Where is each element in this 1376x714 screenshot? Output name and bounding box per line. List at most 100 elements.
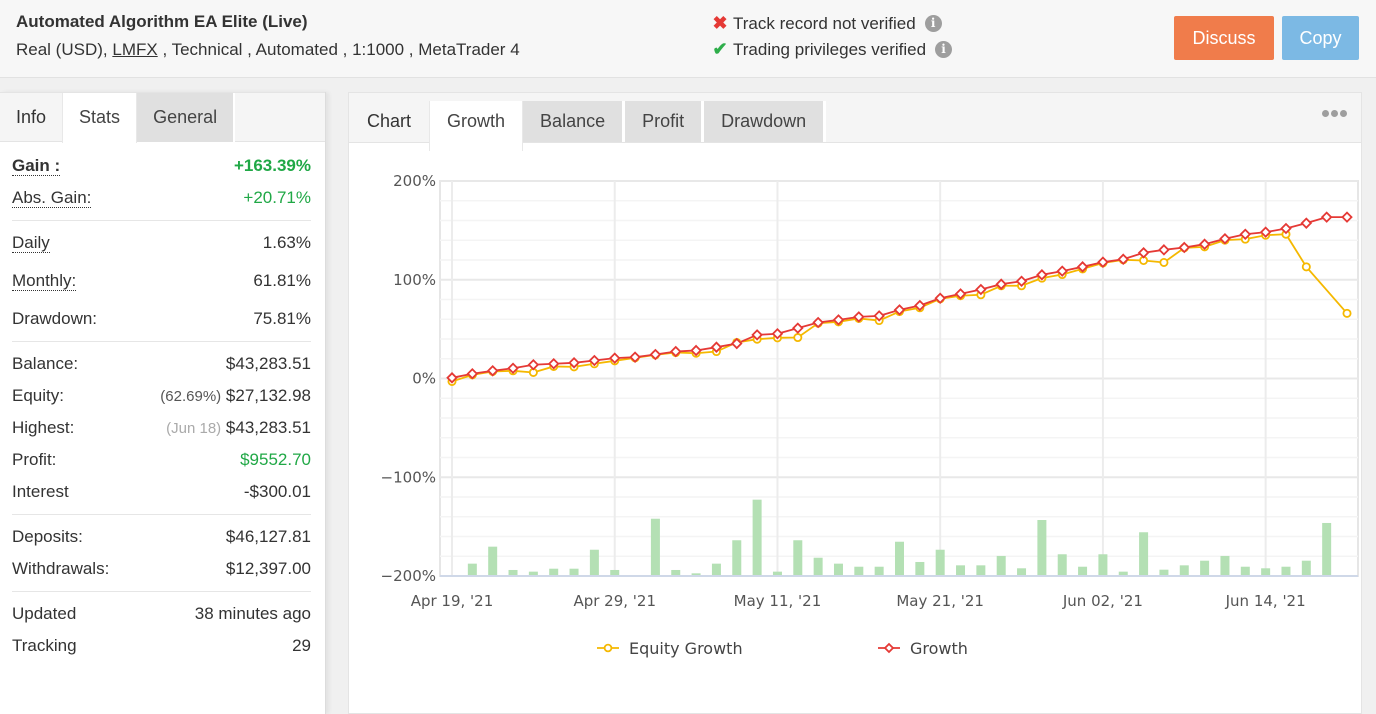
system-subtitle: Real (USD), LMFX , Technical , Automated… [16,40,520,60]
trading-privileges-status: ✔ Trading privileges verified i [712,39,953,60]
daily-bar [1281,566,1291,576]
daily-bar [1240,566,1250,576]
daily-bar [1139,532,1149,576]
x-tick-label: Jun 02, '21 [1062,592,1143,610]
equity-label: Equity: [12,386,64,405]
more-options-icon[interactable] [1322,110,1347,117]
tab-balance[interactable]: Balance [523,101,626,142]
x-tick-label: Jun 14, '21 [1225,592,1306,610]
balance-value: $43,283.51 [225,354,311,373]
stat-tracking: Tracking 29 [12,630,311,662]
monthly-value: 61.81% [253,271,311,290]
highest-label: Highest: [12,418,75,437]
tracking-value: 29 [292,636,311,655]
x-tick-label: Apr 19, '21 [411,592,494,610]
stat-withdrawals: Withdrawals: $12,397.00 [12,553,311,585]
stats-list: Gain : +163.39% Abs. Gain: +20.71% Daily… [0,142,325,662]
x-axis-labels: Apr 19, '21 Apr 29, '21 May 11, '21 May 21,… [411,592,1306,610]
gain-value: +163.39% [233,156,311,175]
chart-panel: Chart Growth Balance Profit Drawdown 200… [348,92,1362,714]
stat-drawdown: Drawdown: 75.81% [12,303,311,335]
tab-drawdown[interactable]: Drawdown [704,101,827,142]
chart-label: Chart [367,111,412,131]
info-icon[interactable]: i [924,15,942,32]
daily-bar [1057,554,1067,576]
daily-bar [752,499,762,576]
y-tick-label: −200% [381,567,436,585]
equity-percent: (62.69%) [160,388,222,405]
info-icon[interactable]: i [935,41,953,58]
withdrawals-label: Withdrawals: [12,559,110,578]
daily-bar [711,563,721,576]
interest-label: Interest [12,482,69,501]
y-axis-labels: 200% 100% 0% −100% −200% [381,172,436,585]
x-tick-label: May 21, '21 [896,592,984,610]
daily-bar [467,563,477,576]
monthly-label[interactable]: Monthly: [12,271,77,291]
check-icon: ✔ [712,39,728,59]
tab-profit[interactable]: Profit [625,101,705,142]
profit-label: Profit: [12,450,57,469]
system-header: Automated Algorithm EA Elite (Live) Real… [0,0,1376,78]
daily-bar [1098,554,1108,576]
daily-bar [854,566,864,576]
gain-label[interactable]: Gain : [12,156,61,176]
daily-bar [1200,560,1210,576]
trading-privileges-text: Trading privileges verified [733,39,927,59]
legend-label: Growth [910,639,968,658]
stat-abs-gain: Abs. Gain: +20.71% [12,182,311,214]
track-record-status: ✖ Track record not verified i [712,13,942,34]
highest-value-group: (Jun 18) $43,283.51 [166,418,311,438]
divider [12,220,311,221]
chart-tabs: Chart Growth Balance Profit Drawdown [349,93,1361,151]
interest-value: -$300.01 [243,482,311,501]
chart-legend: Equity Growth Growth [597,639,968,658]
tab-info[interactable]: Info [0,93,62,142]
daily-bar [569,568,579,576]
legend-growth[interactable]: Growth [878,639,968,658]
highest-value: $43,283.51 [225,418,311,437]
tab-stats[interactable]: Stats [62,93,138,143]
copy-button[interactable]: Copy [1282,16,1359,60]
deposits-value: $46,127.81 [225,527,311,546]
x-icon: ✖ [712,13,728,33]
drawdown-label: Drawdown: [12,309,98,328]
daily-bar [874,566,884,576]
legend-diamond-marker [883,642,895,654]
daily-bar [793,540,803,576]
x-tick-label: May 11, '21 [734,592,822,610]
growth-chart: 200% 100% 0% −100% −200% Apr 19, '21 Apr 29, … [381,172,1359,658]
stat-updated: Updated 38 minutes ago [12,598,311,630]
daily-bar [1220,555,1230,576]
updated-value: 38 minutes ago [194,604,311,623]
daily-bar [1037,520,1047,576]
discuss-button[interactable]: Discuss [1174,16,1274,60]
equity-value-group: (62.69%) $27,132.98 [160,386,311,406]
daily-bar [956,565,966,576]
stats-tabs: Info Stats General [0,92,325,143]
stat-balance: Balance: $43,283.51 [12,348,311,380]
y-tick-label: −100% [381,468,436,486]
system-details: , Technical , Automated , 1:1000 , MetaT… [162,40,520,59]
stat-highest: Highest: (Jun 18) $43,283.51 [12,412,311,444]
daily-bar [1179,565,1189,576]
tracking-label: Tracking [12,636,77,655]
legend-equity-growth[interactable]: Equity Growth [597,639,743,658]
daily-bar [813,557,823,576]
daily-bar [1017,568,1027,576]
daily-bar [1078,566,1088,576]
tab-general[interactable]: General [137,93,236,142]
daily-bar [488,546,498,576]
equity-growth-point [1342,308,1352,318]
equity-growth-point [1301,262,1311,272]
abs-gain-label[interactable]: Abs. Gain: [12,188,92,208]
daily-bar [996,555,1006,576]
daily-bar [833,563,843,576]
stat-deposits: Deposits: $46,127.81 [12,521,311,553]
broker-link[interactable]: LMFX [112,40,157,59]
profit-value: $9552.70 [240,450,311,469]
account-type: Real (USD), [16,40,108,59]
withdrawals-value: $12,397.00 [225,559,311,578]
stat-gain: Gain : +163.39% [12,150,311,182]
daily-label[interactable]: Daily [12,233,50,253]
